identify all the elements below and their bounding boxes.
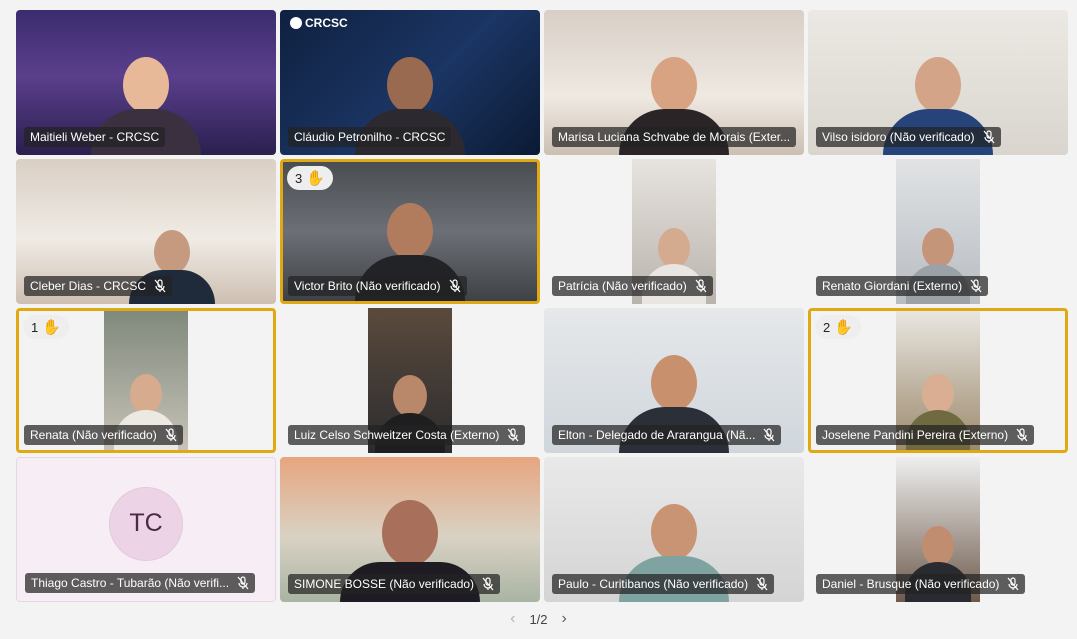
mic-off-icon bbox=[165, 428, 177, 442]
name-chip: Marisa Luciana Schvabe de Morais (Exter.… bbox=[552, 127, 797, 147]
hand-order: 3 bbox=[295, 170, 303, 186]
name-chip: Paulo - Curitibanos (Não verificado) bbox=[552, 574, 775, 594]
chevron-right-icon[interactable]: › bbox=[562, 610, 567, 628]
hand-order: 1 bbox=[31, 319, 39, 335]
raised-hand-badge: 3 ✋ bbox=[287, 166, 333, 190]
participant-name: Daniel - Brusque (Não verificado) bbox=[822, 577, 1000, 591]
participant-tile[interactable]: 2 ✋ Joselene Pandini Pereira (Externo) bbox=[808, 308, 1068, 453]
participant-tile[interactable]: Marisa Luciana Schvabe de Morais (Exter.… bbox=[544, 10, 804, 155]
raised-hand-badge: 1 ✋ bbox=[23, 315, 69, 339]
participant-name: Thiago Castro - Tubarão (Não verifi... bbox=[31, 576, 230, 590]
mic-off-icon bbox=[970, 279, 982, 293]
participant-tile[interactable]: Elton - Delegado de Ararangua (Nã... bbox=[544, 308, 804, 453]
mic-off-icon bbox=[237, 576, 249, 590]
participant-tile[interactable]: Cleber Dias - CRCSC bbox=[16, 159, 276, 304]
hand-order: 2 bbox=[823, 319, 831, 335]
participant-name: Paulo - Curitibanos (Não verificado) bbox=[558, 577, 749, 591]
participant-tile[interactable]: 3 ✋ Victor Brito (Não verificado) bbox=[280, 159, 540, 304]
participant-tile[interactable]: CRCSC Cláudio Petronilho - CRCSC bbox=[280, 10, 540, 155]
pagination: ‹ 1/2 › bbox=[0, 610, 1077, 628]
name-chip: Renata (Não verificado) bbox=[24, 425, 183, 445]
participant-name: Vilso isidoro (Não verificado) bbox=[822, 130, 975, 144]
chevron-left-icon[interactable]: ‹ bbox=[510, 610, 515, 628]
mic-off-icon bbox=[482, 577, 494, 591]
participant-name: Joselene Pandini Pereira (Externo) bbox=[822, 428, 1009, 442]
mic-off-icon bbox=[756, 577, 768, 591]
participant-tile[interactable]: Daniel - Brusque (Não verificado) bbox=[808, 457, 1068, 602]
name-chip: Patrícia (Não verificado) bbox=[552, 276, 713, 296]
mic-off-icon bbox=[983, 130, 994, 144]
name-chip: Renato Giordani (Externo) bbox=[816, 276, 989, 296]
logo-mark-icon bbox=[290, 17, 302, 29]
crcsc-logo: CRCSC bbox=[290, 16, 348, 30]
participant-tile[interactable]: TC Thiago Castro - Tubarão (Não verifi..… bbox=[16, 457, 276, 602]
participant-name: Renata (Não verificado) bbox=[30, 428, 157, 442]
mic-off-icon bbox=[1007, 577, 1019, 591]
mic-off-icon bbox=[507, 428, 519, 442]
name-chip: Cláudio Petronilho - CRCSC bbox=[288, 127, 452, 147]
mic-off-icon bbox=[764, 428, 775, 442]
name-chip: Daniel - Brusque (Não verificado) bbox=[816, 574, 1026, 594]
raised-hand-icon: ✋ bbox=[834, 319, 853, 336]
raised-hand-badge: 2 ✋ bbox=[815, 315, 861, 339]
mic-off-icon bbox=[1016, 428, 1028, 442]
raised-hand-icon: ✋ bbox=[42, 319, 61, 336]
participant-tile[interactable]: SIMONE BOSSE (Não verificado) bbox=[280, 457, 540, 602]
participant-name: Cleber Dias - CRCSC bbox=[30, 279, 147, 293]
participant-name: Renato Giordani (Externo) bbox=[822, 279, 963, 293]
name-chip: Victor Brito (Não verificado) bbox=[288, 276, 467, 296]
participant-name: Marisa Luciana Schvabe de Morais (Exter.… bbox=[558, 130, 791, 144]
mic-off-icon bbox=[695, 279, 707, 293]
participant-name: Luiz Celso Schweitzer Costa (Externo) bbox=[294, 428, 500, 442]
mic-off-icon bbox=[449, 279, 460, 293]
name-chip: Joselene Pandini Pereira (Externo) bbox=[816, 425, 1035, 445]
page-indicator: 1/2 bbox=[529, 611, 548, 627]
participant-name: Patrícia (Não verificado) bbox=[558, 279, 687, 293]
name-chip: Elton - Delegado de Ararangua (Nã... bbox=[552, 425, 782, 445]
participant-tile[interactable]: Maitieli Weber - CRCSC bbox=[16, 10, 276, 155]
participant-tile[interactable]: Paulo - Curitibanos (Não verificado) bbox=[544, 457, 804, 602]
participant-tile[interactable]: Patrícia (Não verificado) bbox=[544, 159, 804, 304]
name-chip: Maitieli Weber - CRCSC bbox=[24, 127, 166, 147]
name-chip: SIMONE BOSSE (Não verificado) bbox=[288, 574, 501, 594]
name-chip: Luiz Celso Schweitzer Costa (Externo) bbox=[288, 425, 526, 445]
participant-name: Cláudio Petronilho - CRCSC bbox=[294, 130, 446, 144]
name-chip: Thiago Castro - Tubarão (Não verifi... bbox=[25, 573, 256, 593]
mic-off-icon bbox=[154, 279, 166, 293]
participant-name: Victor Brito (Não verificado) bbox=[294, 279, 441, 293]
initials-avatar: TC bbox=[110, 487, 182, 560]
name-chip: Vilso isidoro (Não verificado) bbox=[816, 127, 1001, 147]
video-grid: Maitieli Weber - CRCSC CRCSC Cláudio Pet… bbox=[16, 10, 1068, 602]
participant-name: Elton - Delegado de Ararangua (Nã... bbox=[558, 428, 756, 442]
participant-tile[interactable]: Luiz Celso Schweitzer Costa (Externo) bbox=[280, 308, 540, 453]
participant-tile[interactable]: Renato Giordani (Externo) bbox=[808, 159, 1068, 304]
participant-tile[interactable]: 1 ✋ Renata (Não verificado) bbox=[16, 308, 276, 453]
logo-text: CRCSC bbox=[305, 16, 348, 30]
participant-name: Maitieli Weber - CRCSC bbox=[30, 130, 160, 144]
raised-hand-icon: ✋ bbox=[306, 170, 325, 187]
participant-tile[interactable]: Vilso isidoro (Não verificado) bbox=[808, 10, 1068, 155]
participant-name: SIMONE BOSSE (Não verificado) bbox=[294, 577, 475, 591]
name-chip: Cleber Dias - CRCSC bbox=[24, 276, 173, 296]
